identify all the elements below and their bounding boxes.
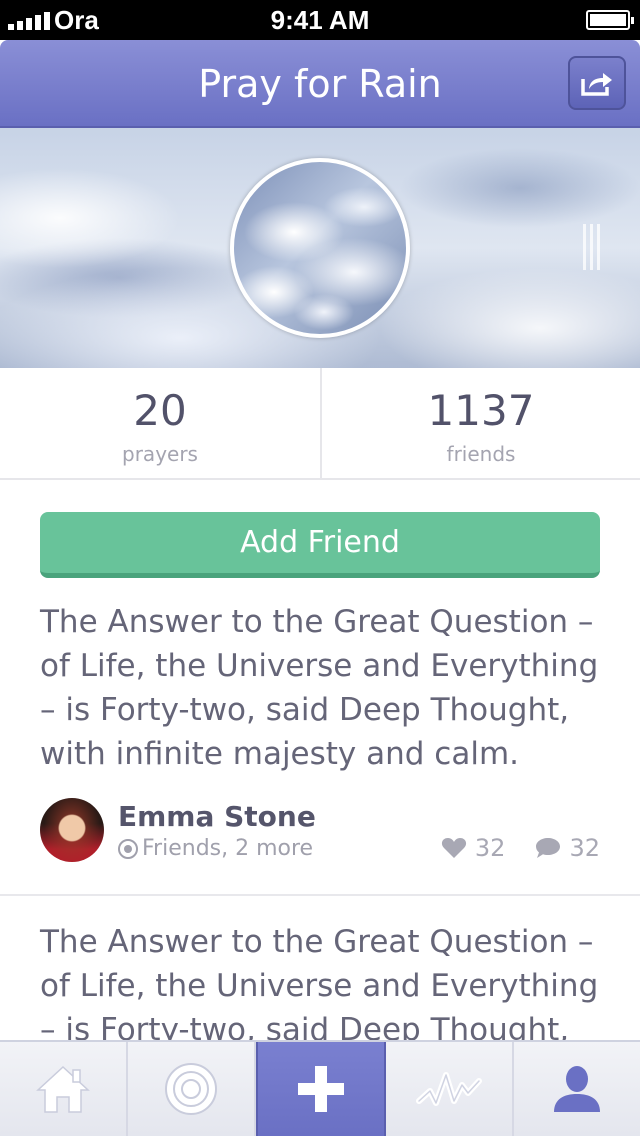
- add-friend-button[interactable]: Add Friend: [40, 512, 600, 578]
- tab-add[interactable]: [256, 1042, 386, 1136]
- stat-prayers-value: 20: [133, 386, 187, 435]
- author-name[interactable]: Emma Stone: [118, 800, 316, 833]
- audience-label: Friends, 2 more: [142, 836, 314, 861]
- activity-icon: [416, 1072, 482, 1106]
- post-text: The Answer to the Great Question – of Li…: [40, 604, 599, 772]
- tab-profile[interactable]: [514, 1042, 640, 1136]
- stat-prayers[interactable]: 20 prayers: [0, 368, 320, 478]
- avatar[interactable]: [40, 798, 104, 862]
- audience-icon: [118, 838, 138, 859]
- stat-friends-label: friends: [446, 442, 516, 466]
- like-count: 32: [474, 834, 506, 862]
- battery-icon: [586, 10, 634, 30]
- drag-handle-icon[interactable]: [583, 224, 600, 270]
- stats-row: 20 prayers 1137 friends: [0, 368, 640, 480]
- share-button[interactable]: [568, 56, 626, 110]
- stat-prayers-label: prayers: [122, 442, 198, 466]
- heart-icon[interactable]: [441, 837, 467, 859]
- navigation-bar: Pray for Rain: [0, 40, 640, 128]
- tab-activity[interactable]: [386, 1042, 514, 1136]
- home-icon: [36, 1065, 90, 1113]
- status-bar: Ora 9:41 AM: [0, 0, 640, 40]
- profile-avatar[interactable]: [230, 158, 410, 338]
- comment-icon[interactable]: [535, 837, 561, 859]
- post-audience: Friends, 2 more: [118, 836, 313, 861]
- cover-image: [0, 128, 640, 368]
- stat-friends-value: 1137: [427, 386, 535, 435]
- page-title: Pray for Rain: [198, 62, 442, 106]
- post-divider: [0, 894, 640, 896]
- status-time: 9:41 AM: [270, 5, 370, 35]
- stat-friends[interactable]: 1137 friends: [320, 368, 640, 478]
- share-icon: [581, 73, 612, 96]
- comment-count: 32: [569, 834, 600, 862]
- target-icon: [165, 1063, 217, 1115]
- tab-home[interactable]: [0, 1042, 128, 1136]
- plus-icon: [298, 1066, 344, 1112]
- tab-target[interactable]: [128, 1042, 256, 1136]
- tab-bar: [0, 1040, 640, 1136]
- post-counts: 32 32: [441, 834, 600, 862]
- profile-icon: [554, 1066, 600, 1112]
